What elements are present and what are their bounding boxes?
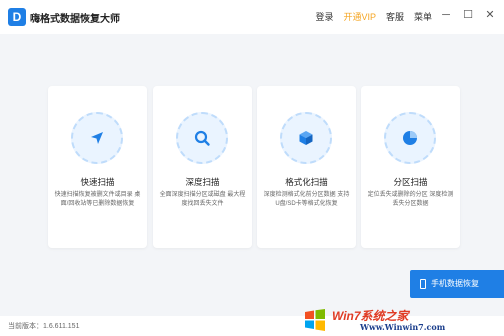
format-scan-card[interactable]: 格式化扫描 深度检测格式化前分区数据 支持U盘/SD卡等格式化恢复 bbox=[257, 86, 356, 248]
app-logo-icon: D bbox=[8, 8, 26, 26]
deep-scan-card[interactable]: 深度扫描 全面深度扫描分区或磁盘 最大程度找回丢失文件 bbox=[153, 86, 252, 248]
deep-scan-icon-ring bbox=[176, 112, 228, 164]
partition-scan-card[interactable]: 分区扫描 定位丢失或删除的分区 深度检测丢失分区数据 bbox=[361, 86, 460, 248]
version-label: 当前版本：1.6.611.151 bbox=[8, 323, 80, 330]
window-controls: ─ ☐ ✕ bbox=[438, 7, 498, 23]
maximize-button[interactable]: ☐ bbox=[460, 7, 476, 23]
partition-scan-title: 分区扫描 bbox=[393, 177, 428, 187]
magnifier-icon bbox=[194, 130, 210, 146]
top-links: 登录 开通VIP 客服 菜单 bbox=[315, 10, 432, 23]
menu-link[interactable]: 菜单 bbox=[414, 10, 432, 23]
partition-scan-desc: 定位丢失或删除的分区 深度检测丢失分区数据 bbox=[367, 192, 454, 207]
windows-logo-icon bbox=[305, 309, 325, 331]
title-bar: D 嗨格式数据恢复大师 登录 开通VIP 客服 菜单 ─ ☐ ✕ bbox=[0, 0, 504, 34]
format-scan-title: 格式化扫描 bbox=[285, 177, 328, 187]
mobile-recovery-label: 手机数据恢复 bbox=[431, 279, 479, 288]
minimize-button[interactable]: ─ bbox=[438, 7, 454, 23]
navigation-arrow-icon bbox=[91, 132, 103, 144]
watermark-url: Www.Winwin7.com bbox=[360, 322, 446, 332]
login-link[interactable]: 登录 bbox=[315, 10, 333, 23]
quick-scan-card[interactable]: 快速扫描 快速扫描恢复被删文件或目录 桌面/回收站等已删除数据恢复 bbox=[48, 86, 147, 248]
quick-scan-icon-ring bbox=[71, 112, 123, 164]
vip-link[interactable]: 开通VIP bbox=[343, 10, 376, 23]
phone-icon bbox=[420, 278, 426, 289]
format-scan-desc: 深度检测格式化前分区数据 支持U盘/SD卡等格式化恢复 bbox=[263, 192, 350, 207]
deep-scan-title: 深度扫描 bbox=[185, 177, 220, 187]
app-title: 嗨格式数据恢复大师 bbox=[30, 14, 120, 25]
format-scan-icon-ring bbox=[280, 112, 332, 164]
quick-scan-desc: 快速扫描恢复被删文件或目录 桌面/回收站等已删除数据恢复 bbox=[54, 192, 141, 207]
deep-scan-desc: 全面深度扫描分区或磁盘 最大程度找回丢失文件 bbox=[159, 192, 246, 207]
partition-scan-icon-ring bbox=[384, 112, 436, 164]
pie-chart-icon bbox=[403, 131, 417, 145]
main-panel: 快速扫描 快速扫描恢复被删文件或目录 桌面/回收站等已删除数据恢复 深度扫描 全… bbox=[0, 34, 504, 316]
quick-scan-title: 快速扫描 bbox=[80, 177, 115, 187]
cube-icon bbox=[299, 131, 313, 145]
mobile-recovery-button[interactable]: 手机数据恢复 bbox=[410, 270, 504, 298]
close-button[interactable]: ✕ bbox=[482, 7, 498, 23]
watermark: Win7系统之家 Www.Winwin7.com bbox=[302, 306, 498, 334]
service-link[interactable]: 客服 bbox=[386, 10, 404, 23]
